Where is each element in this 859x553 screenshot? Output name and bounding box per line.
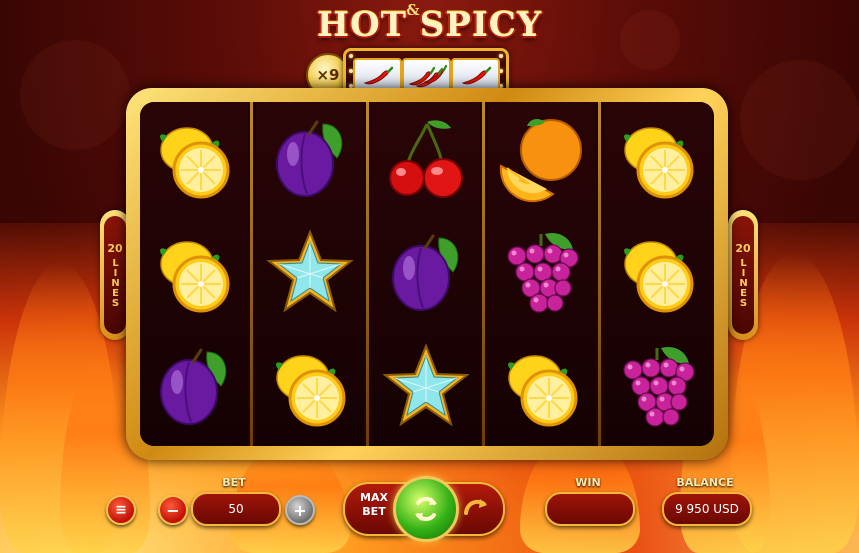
symbol-lemon (488, 330, 596, 444)
reel-4 (488, 102, 596, 446)
autoplay-arrow-icon[interactable] (461, 493, 491, 523)
balance-value-display: 9 950 USD (662, 492, 752, 526)
spin-button[interactable] (393, 476, 459, 542)
reel-3 (372, 102, 480, 446)
lemon-icon (508, 355, 578, 427)
symbol-lemon (604, 216, 712, 330)
reel-divider (598, 102, 601, 446)
max-bet-button[interactable]: MAX BET (356, 491, 392, 519)
bet-value-display: 50 (191, 492, 281, 526)
reel-5 (604, 102, 712, 446)
plum-icon (160, 348, 227, 425)
reel-2 (256, 102, 364, 446)
symbol-lemon (604, 102, 712, 216)
max-bet-line1: MAX (360, 491, 388, 504)
orange-icon (499, 119, 582, 203)
reel-divider (250, 102, 253, 446)
grapes-icon (507, 232, 579, 313)
bet-decrease-button[interactable]: − (158, 495, 188, 525)
bg-bubble (740, 60, 859, 180)
symbol-grapes (488, 216, 596, 330)
reels-area (140, 102, 714, 446)
lemon-icon (624, 127, 694, 199)
plum-icon (276, 120, 343, 197)
lines-word: LINES (110, 257, 121, 308)
symbol-plum (256, 102, 364, 216)
symbol-star (256, 216, 364, 330)
chili-icon (363, 66, 393, 84)
star-icon (382, 343, 470, 427)
symbol-plum (140, 330, 248, 444)
minus-icon: − (166, 500, 180, 520)
symbol-star (372, 330, 480, 444)
max-bet-line2: BET (362, 505, 386, 518)
balance-label: BALANCE (676, 476, 734, 489)
menu-icon: ≡ (115, 502, 127, 518)
lemon-icon (624, 241, 694, 313)
win-label: WIN (575, 476, 601, 489)
spin-icon (415, 497, 437, 521)
lemon-icon (160, 241, 230, 313)
reel-divider (366, 102, 369, 446)
win-value-display (545, 492, 635, 526)
reels-frame (126, 88, 728, 460)
symbol-grapes (604, 330, 712, 444)
symbol-orange (488, 102, 596, 216)
lemon-icon (160, 127, 230, 199)
balance-value: 9 950 USD (675, 502, 739, 516)
bet-increase-button[interactable]: + (285, 495, 315, 525)
lines-word: LINES (738, 257, 749, 308)
chili-icon (461, 66, 491, 84)
bg-bubble (20, 40, 130, 150)
lines-count: 20 (735, 241, 751, 255)
star-icon (266, 229, 354, 313)
symbol-lemon (256, 330, 364, 444)
plum-icon (392, 234, 459, 311)
bet-label: BET (222, 476, 246, 489)
title-text: HOT SPICY (316, 5, 543, 45)
lines-badge-right: 20 LINES (728, 210, 758, 340)
symbol-lemon (140, 102, 248, 216)
plus-icon: + (293, 500, 307, 520)
symbol-plum (372, 216, 480, 330)
symbol-cherries (372, 102, 480, 216)
reel-divider (482, 102, 485, 446)
symbol-lemon (140, 216, 248, 330)
menu-button[interactable]: ≡ (106, 495, 136, 525)
lemon-icon (276, 355, 346, 427)
reel-1 (140, 102, 248, 446)
bet-value: 50 (228, 502, 244, 516)
cherries-icon (389, 120, 463, 198)
lines-count: 20 (107, 241, 123, 255)
chilis-icon (408, 64, 447, 87)
grapes-icon (623, 346, 695, 427)
